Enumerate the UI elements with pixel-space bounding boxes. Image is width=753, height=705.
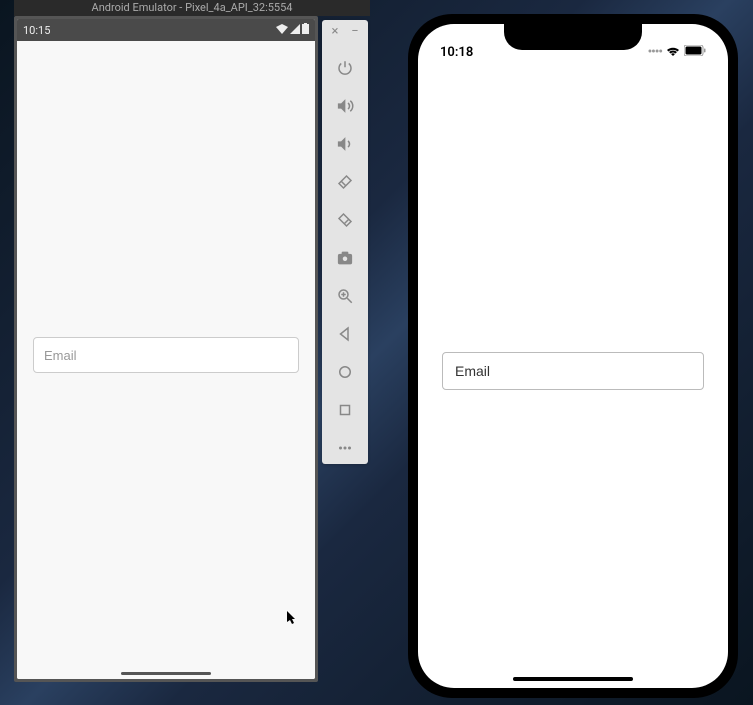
- wifi-icon: [276, 24, 288, 37]
- android-app-content: [17, 41, 315, 679]
- android-emulator-window: Android Emulator - Pixel_4a_API_32:5554 …: [14, 0, 370, 682]
- android-device-frame: 10:15: [14, 16, 318, 682]
- rotate-right-button[interactable]: [335, 210, 355, 230]
- power-button[interactable]: [335, 58, 355, 78]
- home-indicator[interactable]: [513, 677, 633, 681]
- android-screen: 10:15: [17, 19, 315, 679]
- iphone-time: 10:18: [440, 45, 473, 60]
- iphone-screen: 10:18 ••••: [418, 24, 728, 688]
- android-statusbar: 10:15: [17, 19, 315, 41]
- volume-down-button[interactable]: [335, 134, 355, 154]
- more-button[interactable]: [335, 438, 355, 458]
- cellular-icon: ••••: [648, 45, 662, 60]
- minimize-button[interactable]: −: [350, 26, 360, 36]
- android-nav-indicator[interactable]: [121, 672, 211, 675]
- screenshot-button[interactable]: [335, 248, 355, 268]
- iphone-app-content: [418, 64, 728, 688]
- iphone-device-frame: 10:18 ••••: [408, 14, 738, 698]
- home-button[interactable]: [335, 362, 355, 382]
- emulator-toolbar: × −: [322, 20, 368, 464]
- signal-icon: [290, 24, 300, 37]
- iphone-status-icons: ••••: [648, 45, 706, 60]
- volume-up-button[interactable]: [335, 96, 355, 116]
- battery-icon: [302, 23, 309, 37]
- email-input[interactable]: [442, 352, 704, 390]
- battery-icon: [684, 45, 706, 60]
- email-input[interactable]: [33, 337, 299, 373]
- mouse-cursor: [287, 611, 297, 629]
- zoom-button[interactable]: [335, 286, 355, 306]
- back-button[interactable]: [335, 324, 355, 344]
- rotate-left-button[interactable]: [335, 172, 355, 192]
- wifi-icon: [666, 45, 680, 60]
- android-status-icons: [276, 23, 309, 37]
- android-time: 10:15: [23, 24, 50, 37]
- close-button[interactable]: ×: [330, 26, 340, 36]
- overview-button[interactable]: [335, 400, 355, 420]
- android-window-title: Android Emulator - Pixel_4a_API_32:5554: [14, 0, 370, 16]
- iphone-notch: [504, 24, 642, 50]
